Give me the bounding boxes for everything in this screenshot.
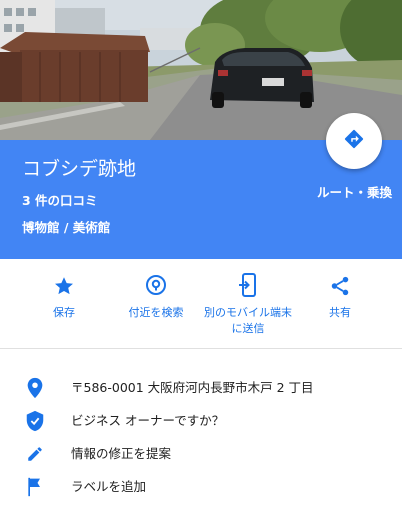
map-marker-icon	[24, 377, 46, 399]
verified-shield-icon	[24, 410, 46, 432]
suggest-edit-text: 情報の修正を提案	[71, 446, 172, 461]
save-label: 保存	[53, 306, 75, 319]
add-label-text: ラベルを追加	[71, 479, 147, 494]
share-label: 共有	[329, 306, 351, 319]
search-nearby-label: 付近を検索	[128, 306, 184, 319]
action-row: 保存 付近を検索 別のモバイル端末に送信 共有	[0, 259, 402, 349]
location-pin-icon	[110, 271, 202, 297]
share-icon	[294, 271, 386, 297]
search-nearby-button[interactable]: 付近を検索	[110, 271, 202, 321]
send-to-device-label: 別のモバイル端末に送信	[204, 306, 292, 335]
flag-icon	[24, 476, 46, 498]
reviews-link[interactable]: 3 件の口コミ	[22, 193, 98, 209]
directions-button[interactable]	[326, 113, 382, 169]
directions-icon	[343, 128, 365, 154]
place-name: コブシデ跡地	[22, 158, 137, 180]
send-to-phone-icon	[202, 271, 294, 297]
claim-business-text: ビジネス オーナーですか？	[71, 413, 225, 428]
address-row[interactable]: 〒586-0001 大阪府河内長野市木戸 2 丁目	[0, 375, 402, 401]
place-category: 博物館 / 美術館	[22, 220, 111, 235]
route-label[interactable]: ルート・乗換	[317, 185, 392, 201]
claim-business-row[interactable]: ビジネス オーナーですか？	[0, 408, 402, 434]
add-label-row[interactable]: ラベルを追加	[0, 474, 402, 500]
save-button[interactable]: 保存	[18, 271, 110, 321]
send-to-device-button[interactable]: 別のモバイル端末に送信	[202, 271, 294, 337]
pencil-icon	[24, 443, 46, 465]
address-text: 〒586-0001 大阪府河内長野市木戸 2 丁目	[71, 380, 314, 395]
suggest-edit-row[interactable]: 情報の修正を提案	[0, 441, 402, 467]
star-icon	[18, 271, 110, 297]
share-button[interactable]: 共有	[294, 271, 386, 321]
